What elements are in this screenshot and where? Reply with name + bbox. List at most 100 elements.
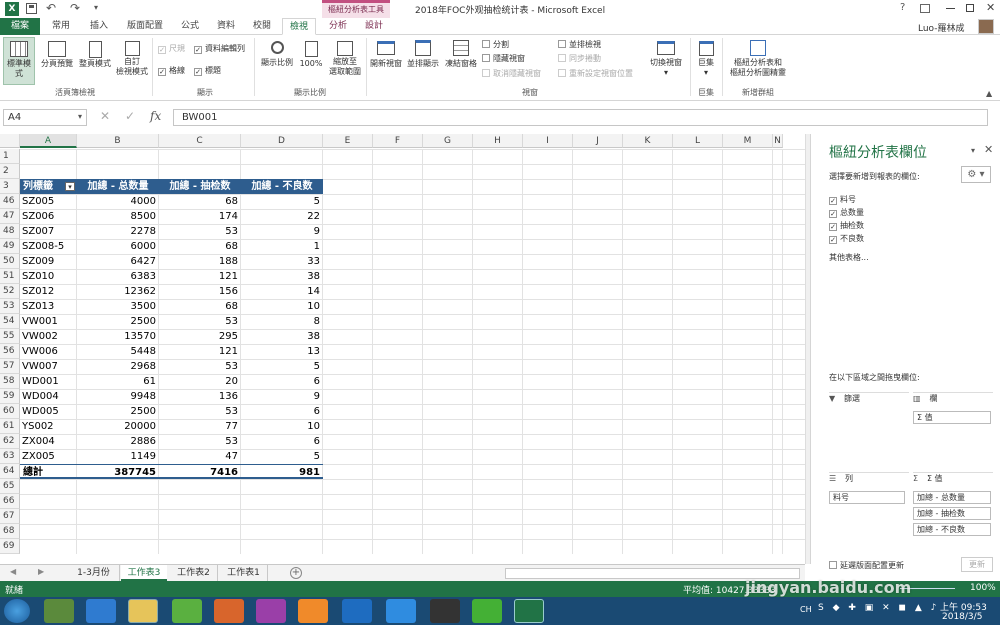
row-header[interactable]: 51 bbox=[0, 269, 20, 284]
taskbar-app-icon[interactable] bbox=[256, 599, 286, 623]
pivot-value-cell[interactable]: 68 bbox=[159, 299, 241, 314]
pivot-value-cell[interactable]: 1149 bbox=[77, 449, 159, 464]
tab-data[interactable]: 資料 bbox=[210, 18, 242, 35]
pivot-row-label[interactable]: VW001 bbox=[22, 314, 77, 329]
tools-gear-button[interactable]: ⚙ ▾ bbox=[961, 166, 991, 183]
row-header[interactable]: 58 bbox=[0, 374, 20, 389]
cancel-icon[interactable]: ✕ bbox=[100, 109, 110, 123]
pivot-value-cell[interactable]: 8 bbox=[241, 314, 323, 329]
row-header[interactable]: 47 bbox=[0, 209, 20, 224]
pivot-value-cell[interactable]: 3500 bbox=[77, 299, 159, 314]
row-header[interactable]: 49 bbox=[0, 239, 20, 254]
insert-function-icon[interactable]: fx bbox=[150, 109, 161, 123]
row-header[interactable]: 68 bbox=[0, 524, 20, 539]
pivot-value-cell[interactable]: 2886 bbox=[77, 434, 159, 449]
pivot-value-cell[interactable]: 68 bbox=[159, 239, 241, 254]
row-header[interactable]: 2 bbox=[0, 164, 20, 179]
pivot-value-cell[interactable]: 53 bbox=[159, 224, 241, 239]
input-language[interactable]: CH bbox=[800, 605, 812, 614]
pivot-value-cell[interactable]: 121 bbox=[159, 269, 241, 284]
new-window-button[interactable]: 開新視窗 bbox=[368, 37, 404, 85]
pivot-value-cell[interactable]: 6427 bbox=[77, 254, 159, 269]
wechat-icon[interactable] bbox=[472, 599, 502, 623]
pivot-value-cell[interactable]: 61 bbox=[77, 374, 159, 389]
ruler-checkbox[interactable]: ✓ 尺規 bbox=[158, 43, 185, 54]
pivot-value-cell[interactable]: 13 bbox=[241, 344, 323, 359]
pivot-value-cell[interactable]: 6383 bbox=[77, 269, 159, 284]
pivot-value-cell[interactable]: 5448 bbox=[77, 344, 159, 359]
pivot-value-cell[interactable]: 121 bbox=[159, 344, 241, 359]
pivot-row-label[interactable]: SZ006 bbox=[22, 209, 77, 224]
row-header[interactable]: 59 bbox=[0, 389, 20, 404]
tab-review[interactable]: 校閱 bbox=[246, 18, 278, 35]
pivot-value-cell[interactable]: 6 bbox=[241, 434, 323, 449]
zoom-level[interactable]: 100% bbox=[970, 583, 996, 593]
name-box-dropdown-icon[interactable]: ▾ bbox=[78, 112, 82, 121]
pivot-row-label[interactable]: SZ010 bbox=[22, 269, 77, 284]
name-box[interactable]: A4 bbox=[3, 109, 87, 126]
tab-analyze[interactable]: 分析 bbox=[322, 18, 354, 35]
tab-design[interactable]: 設計 bbox=[358, 18, 390, 35]
pivot-value-cell[interactable]: 6 bbox=[241, 404, 323, 419]
row-header[interactable]: 69 bbox=[0, 539, 20, 554]
tab-view[interactable]: 檢視 bbox=[282, 18, 316, 35]
pivot-value-cell[interactable]: 10 bbox=[241, 299, 323, 314]
tab-insert[interactable]: 插入 bbox=[82, 18, 116, 35]
pane-dropdown-icon[interactable]: ▾ bbox=[971, 146, 975, 155]
rows-field-item[interactable]: 料号 bbox=[829, 491, 905, 504]
row-header[interactable]: 1 bbox=[0, 149, 20, 164]
minimize-icon[interactable] bbox=[946, 8, 955, 9]
split-button[interactable]: 分割 bbox=[482, 39, 509, 50]
column-header[interactable]: B bbox=[77, 134, 159, 148]
row-header[interactable]: 63 bbox=[0, 449, 20, 464]
column-header[interactable]: E bbox=[323, 134, 373, 148]
taskbar-app-icon[interactable] bbox=[44, 599, 74, 623]
taskbar-app-icon[interactable] bbox=[172, 599, 202, 623]
pivot-value-cell[interactable]: 12362 bbox=[77, 284, 159, 299]
formula-bar-checkbox[interactable]: ✓ 資料編輯列 bbox=[194, 43, 245, 54]
freeze-panes-button[interactable]: 凍結窗格 bbox=[442, 37, 480, 85]
page-break-preview-button[interactable]: 分頁預覽 bbox=[38, 37, 76, 85]
pivot-value-cell[interactable]: 53 bbox=[159, 314, 241, 329]
tab-page-layout[interactable]: 版面配置 bbox=[120, 18, 170, 35]
prev-sheet-icon[interactable]: ◀ bbox=[10, 567, 16, 576]
foxmail-icon[interactable] bbox=[214, 599, 244, 623]
column-header[interactable]: F bbox=[373, 134, 423, 148]
pivot-value-cell[interactable]: 20 bbox=[159, 374, 241, 389]
columns-values-item[interactable]: Σ 值 bbox=[913, 411, 991, 424]
pivot-row-label[interactable]: WD001 bbox=[22, 374, 77, 389]
column-header[interactable]: D bbox=[241, 134, 323, 148]
next-sheet-icon[interactable]: ▶ bbox=[38, 567, 44, 576]
pivot-value-cell[interactable]: 5 bbox=[241, 359, 323, 374]
field-item[interactable]: ✓ 不良数 bbox=[829, 233, 864, 245]
pivot-row-label[interactable]: VW002 bbox=[22, 329, 77, 344]
pivot-value-cell[interactable]: 2278 bbox=[77, 224, 159, 239]
pivot-value-cell[interactable]: 188 bbox=[159, 254, 241, 269]
pivot-value-cell[interactable]: 156 bbox=[159, 284, 241, 299]
tab-formulas[interactable]: 公式 bbox=[174, 18, 206, 35]
row-header[interactable]: 64 bbox=[0, 464, 20, 479]
defer-update-checkbox[interactable]: 延遲版面配置更新 bbox=[829, 560, 904, 571]
filters-area[interactable]: ▼ 篩選 bbox=[829, 392, 909, 464]
pivot-value-cell[interactable]: 8500 bbox=[77, 209, 159, 224]
row-header[interactable]: 57 bbox=[0, 359, 20, 374]
filter-dropdown-icon[interactable]: ▾ bbox=[65, 182, 75, 191]
row-header[interactable]: 54 bbox=[0, 314, 20, 329]
row-header[interactable]: 48 bbox=[0, 224, 20, 239]
pivot-value-cell[interactable]: 13570 bbox=[77, 329, 159, 344]
view-side-by-side-button[interactable]: 並排檢視 bbox=[558, 39, 601, 50]
more-tables-link[interactable]: 其他表格... bbox=[829, 252, 869, 263]
unhide-window-button[interactable]: 取消隱藏視窗 bbox=[482, 68, 541, 79]
row-header[interactable]: 66 bbox=[0, 494, 20, 509]
pivot-value-cell[interactable]: 2500 bbox=[77, 404, 159, 419]
field-item[interactable]: ✓ 抽检数 bbox=[829, 220, 864, 232]
formula-input[interactable]: BW001 bbox=[173, 109, 988, 126]
column-header[interactable]: G bbox=[423, 134, 473, 148]
pivot-value-cell[interactable]: 14 bbox=[241, 284, 323, 299]
pivot-row-label[interactable]: YS002 bbox=[22, 419, 77, 434]
row-header[interactable]: 67 bbox=[0, 509, 20, 524]
pivot-row-label[interactable]: SZ009 bbox=[22, 254, 77, 269]
pivot-row-label[interactable]: ZX005 bbox=[22, 449, 77, 464]
pivot-value-cell[interactable]: 136 bbox=[159, 389, 241, 404]
pivot-value-cell[interactable]: 2500 bbox=[77, 314, 159, 329]
